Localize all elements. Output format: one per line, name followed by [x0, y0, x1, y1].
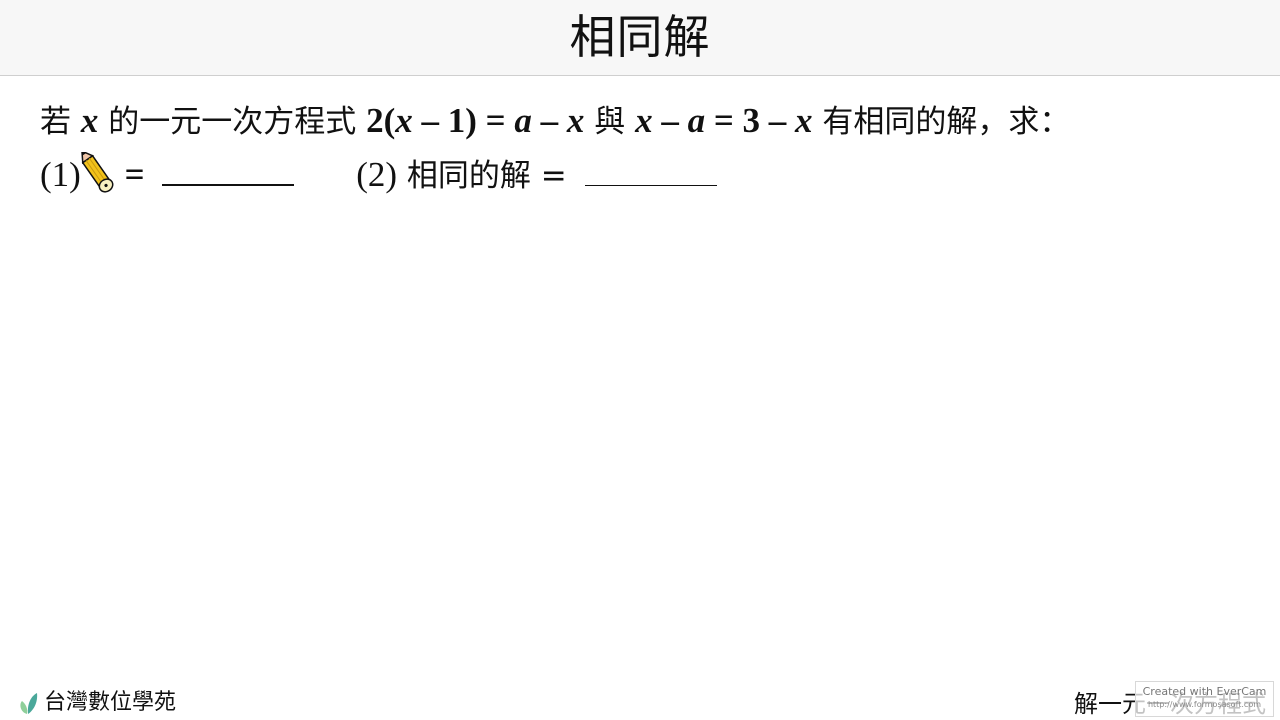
answer-line: (1) = (2) 相同的解 = [40, 149, 717, 200]
slide-header: 相同解 [0, 0, 1280, 76]
slide-title: 相同解 [569, 10, 711, 64]
question-line: 若 x 的一元一次方程式 2(x – 1) = a – x 與 x – a = … [40, 98, 1070, 145]
equation-1: 2(x – 1) = a – x [366, 101, 585, 140]
part-1-label: (1) [40, 155, 81, 194]
question-text-2: 有相同的解，求： [822, 104, 1071, 140]
part-1-answer-blank[interactable] [162, 158, 295, 186]
watermark-line-2: http://www.formosasoft.com [1147, 700, 1262, 709]
brand-name: 台灣數位學苑 [44, 690, 177, 715]
question-text-1: 的一元一次方程式 [108, 104, 357, 140]
evercam-watermark: Created with EverCam http://www.formosas… [1135, 681, 1274, 717]
var-x: x [80, 101, 99, 140]
equation-2: x – a = 3 – x [635, 101, 813, 140]
part-2-label: (2) [356, 155, 398, 194]
leaf-logo-icon [20, 693, 38, 714]
watermark-line-1: Created with EverCam [1142, 685, 1267, 698]
question-intro: 若 [40, 104, 71, 140]
part-2-text: 相同的解 = [406, 158, 567, 194]
pencil-cursor-icon [80, 149, 115, 196]
part-1-equals: = [124, 155, 145, 194]
part-2-answer-blank[interactable] [584, 159, 717, 186]
conjunction: 與 [594, 104, 626, 140]
